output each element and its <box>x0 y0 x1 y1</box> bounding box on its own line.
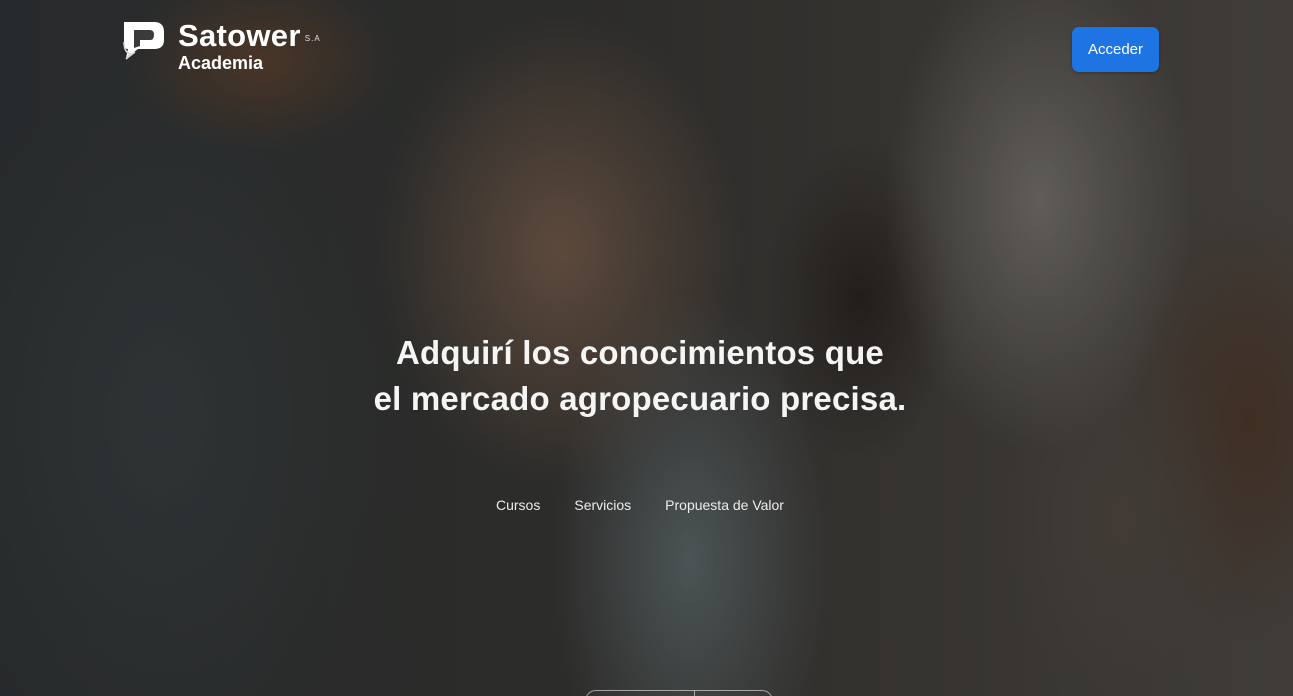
brand-name: Satower S.A <box>178 18 320 54</box>
brand-text: Satower S.A Academia <box>178 18 320 73</box>
nav-link-cursos[interactable]: Cursos <box>496 497 540 513</box>
nav-link-servicios[interactable]: Servicios <box>574 497 631 513</box>
brand-subtitle: Academia <box>178 53 264 73</box>
brand-logo[interactable]: Satower S.A Academia <box>120 18 320 73</box>
speech-bubble-p-logo-icon <box>123 22 164 60</box>
access-button[interactable]: Acceder <box>1072 27 1159 72</box>
hero-headline: Adquirí los conocimientos que el mercado… <box>0 330 1280 422</box>
brand-suffix: S.A <box>304 34 321 43</box>
hero-section: Satower S.A Academia Acceder Adquirí los… <box>0 0 1293 696</box>
bottom-pill-control[interactable] <box>585 690 773 696</box>
hero-nav: Cursos Servicios Propuesta de Valor <box>0 497 1280 513</box>
hero-headline-line-2: el mercado agropecuario precisa. <box>373 380 907 417</box>
pill-divider <box>694 691 695 696</box>
hero-headline-line-1: Adquirí los conocimientos que <box>395 334 884 371</box>
brand-name-text: Satower <box>178 18 301 53</box>
nav-link-propuesta-de-valor[interactable]: Propuesta de Valor <box>665 497 784 513</box>
